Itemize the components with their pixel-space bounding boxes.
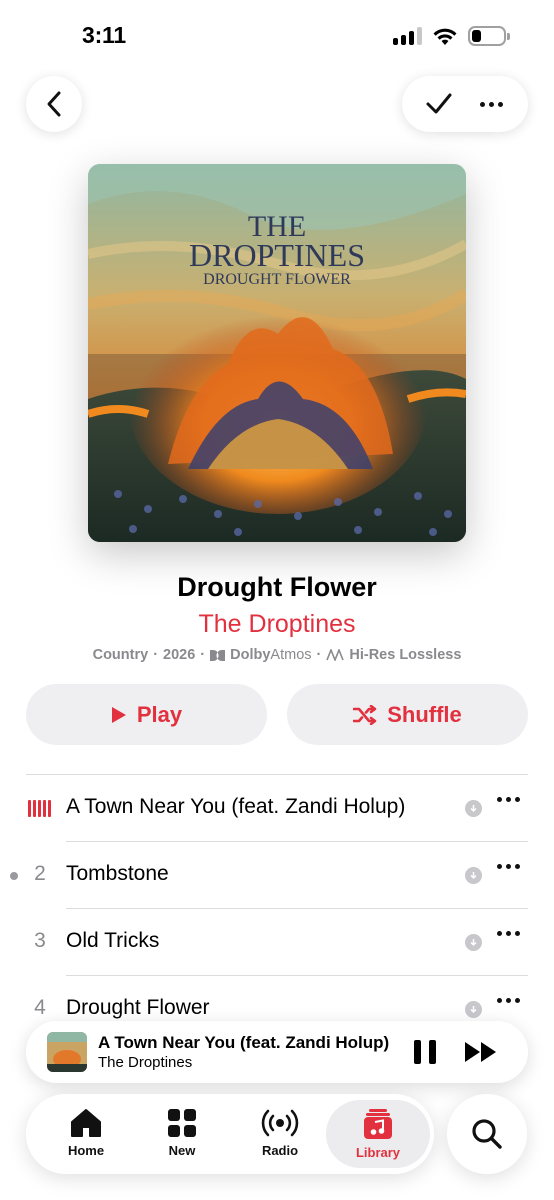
search-icon	[472, 1119, 502, 1149]
battery-icon	[468, 26, 510, 46]
track-title: A Town Near You (feat. Zandi Holup)	[66, 795, 406, 818]
artwork-title-line2: DROPTINES	[189, 237, 365, 273]
downloaded-icon	[465, 934, 482, 951]
year-label: 2026	[163, 647, 196, 663]
play-icon	[111, 706, 126, 723]
lossless-label: Hi-Res Lossless	[349, 647, 462, 663]
track-title: Drought Flower	[66, 996, 210, 1019]
track-title: Tombstone	[66, 862, 169, 885]
tab-new[interactable]: New	[134, 1094, 230, 1174]
cellular-signal-icon	[393, 27, 422, 45]
shuffle-icon	[353, 704, 377, 725]
track-more-button[interactable]	[497, 864, 520, 869]
album-artwork: THE DROPTINES DROUGHT FLOWER	[88, 164, 466, 542]
tab-bar: Home New Radio Library	[26, 1094, 434, 1174]
track-number: 3	[34, 929, 46, 952]
fast-forward-button[interactable]	[464, 1041, 498, 1063]
dolby-label: Dolby	[230, 647, 271, 663]
now-playing-icon	[28, 800, 51, 817]
track-more-button[interactable]	[497, 797, 520, 802]
status-time: 3:11	[82, 22, 126, 48]
artist-link[interactable]: The Droptines	[0, 610, 554, 639]
new-indicator-dot	[10, 872, 18, 880]
shuffle-button[interactable]: Shuffle	[287, 684, 528, 745]
ellipsis-icon	[480, 101, 503, 107]
house-icon	[71, 1109, 101, 1137]
mini-player-title: A Town Near You (feat. Zandi Holup)	[98, 1033, 390, 1052]
play-button[interactable]: Play	[26, 684, 267, 745]
meta-separator: ·	[200, 647, 206, 663]
mini-player[interactable]: A Town Near You (feat. Zandi Holup) The …	[26, 1021, 528, 1083]
wifi-icon	[433, 28, 457, 45]
music-library-icon	[364, 1109, 392, 1139]
tab-label: Home	[67, 1143, 105, 1158]
genre-label: Country	[92, 647, 149, 663]
mini-player-artwork	[47, 1032, 87, 1072]
dolby-icon	[210, 649, 226, 661]
tab-label: Radio	[261, 1143, 299, 1158]
play-label: Play	[136, 701, 183, 727]
status-bar: 3:11	[0, 0, 554, 70]
artwork-subtitle: DROUGHT FLOWER	[203, 271, 351, 288]
album-title: Drought Flower	[177, 572, 377, 602]
radio-waves-icon	[261, 1109, 299, 1137]
track-more-button[interactable]	[497, 998, 520, 1003]
atmos-label: Atmos	[270, 647, 312, 663]
downloaded-icon	[465, 1001, 482, 1018]
tab-library[interactable]: Library	[326, 1100, 430, 1168]
track-number: 2	[34, 862, 46, 885]
meta-separator: ·	[316, 647, 322, 663]
search-button[interactable]	[447, 1094, 527, 1174]
more-options-button[interactable]	[470, 82, 514, 126]
header-actions	[402, 76, 528, 132]
tab-home[interactable]: Home	[38, 1094, 134, 1174]
track-more-button[interactable]	[497, 931, 520, 936]
checkmark-icon	[426, 93, 451, 114]
chevron-left-icon	[47, 91, 61, 117]
tab-radio[interactable]: Radio	[232, 1094, 328, 1174]
tab-label: New	[168, 1143, 196, 1158]
downloaded-icon	[465, 800, 482, 817]
status-icons	[393, 26, 510, 46]
shuffle-label: Shuffle	[387, 701, 462, 727]
grid-icon	[168, 1109, 196, 1137]
track-title: Old Tricks	[66, 929, 160, 952]
album-metadata: Country · 2026 · DolbyAtmos · Hi-Res Los…	[0, 647, 554, 663]
lossless-icon	[326, 649, 345, 661]
track-row[interactable]: A Town Near You (feat. Zandi Holup)	[0, 775, 554, 842]
downloaded-icon	[465, 867, 482, 884]
mini-player-artist: The Droptines	[98, 1054, 193, 1071]
track-row[interactable]: 3 Old Tricks	[0, 909, 554, 976]
back-button[interactable]	[26, 76, 82, 132]
tab-label: Library	[355, 1145, 401, 1160]
done-button[interactable]	[417, 82, 461, 126]
pause-button[interactable]	[414, 1040, 436, 1064]
meta-separator: ·	[153, 647, 159, 663]
track-row[interactable]: 2 Tombstone	[0, 842, 554, 909]
track-number: 4	[34, 996, 46, 1019]
